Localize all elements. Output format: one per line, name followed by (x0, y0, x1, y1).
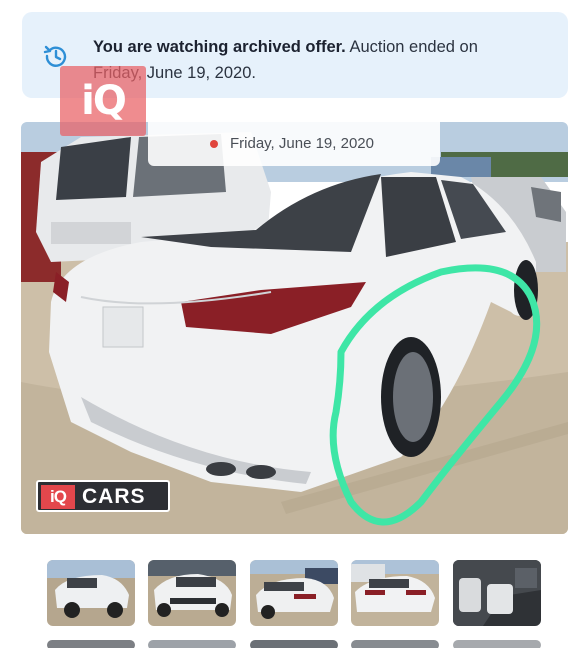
thumbnail-8[interactable] (250, 640, 338, 648)
thumbnail-2[interactable] (148, 560, 236, 626)
thumbnail-3[interactable] (250, 560, 338, 626)
auction-date-text: Friday, June 19, 2020 (230, 135, 374, 152)
thumbnail-9[interactable] (351, 640, 439, 648)
iqcars-logo: iQ CARS (36, 480, 170, 512)
banner-message: You are watching archived offer. Auction… (93, 34, 503, 86)
date-dot-icon (210, 140, 218, 148)
car-photo-image (21, 122, 568, 534)
iq-watermark-logo: iQ (60, 66, 146, 136)
thumbnail-7[interactable] (148, 640, 236, 648)
iqcars-logo-iq: iQ (41, 485, 75, 509)
thumbnail-6[interactable] (47, 640, 135, 648)
thumbnail-5[interactable] (453, 560, 541, 626)
auction-date-label: Friday, June 19, 2020 (148, 122, 440, 166)
thumbnail-4[interactable] (351, 560, 439, 626)
thumbnail-1[interactable] (47, 560, 135, 626)
iqcars-logo-cars: CARS (82, 485, 146, 508)
banner-bold-text: You are watching archived offer. (93, 38, 346, 56)
thumbnail-10[interactable] (453, 640, 541, 648)
main-photo[interactable] (21, 122, 568, 534)
